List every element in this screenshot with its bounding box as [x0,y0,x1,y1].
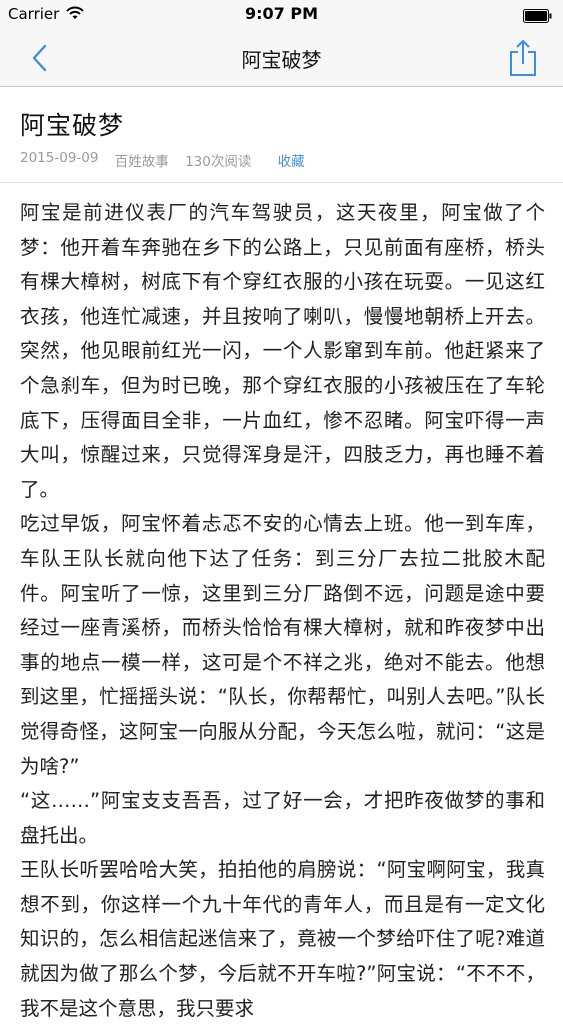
status-bar: Carrier 9:07 PM [0,0,563,30]
paragraph: 吃过早饭，阿宝怀着忐忑不安的心情去上班。他一到车库，车队王队长就向他下达了任务：… [20,512,545,778]
paragraph: 阿宝是前进仪表厂的汽车驾驶员，这天夜里，阿宝做了个梦：他开着车奔驰在乡下的公路上… [20,201,545,501]
nav-title: 阿宝破梦 [241,48,322,72]
paragraph: 王队长听罢哈哈大笑，拍拍他的肩膀说：“阿宝啊阿宝，我真想不到，你这样一个九十年代… [20,858,545,1020]
battery-icon [523,8,553,27]
article-meta: 2015-09-09 百姓故事 130次阅读 收藏 [20,150,305,170]
article-title: 阿宝破梦 [20,111,125,140]
share-icon [510,40,536,76]
navigation-bar: 阿宝破梦 [0,30,563,87]
category-label[interactable]: 百姓故事 [115,150,169,170]
favorite-button[interactable]: 收藏 [278,150,305,170]
article-body: 阿宝是前进仪表厂的汽车驾驶员，这天夜里，阿宝做了个梦：他开着车奔驰在乡下的公路上… [20,196,545,1026]
status-time: 9:07 PM [244,4,318,23]
share-button[interactable] [507,38,539,78]
header-divider [0,182,563,183]
publish-date: 2015-09-09 [20,150,99,166]
view-count: 130次阅读 [185,154,252,170]
paragraph: “这……”阿宝支支吾吾，过了好一会，才把昨夜做梦的事和盘托出。 [20,789,545,847]
